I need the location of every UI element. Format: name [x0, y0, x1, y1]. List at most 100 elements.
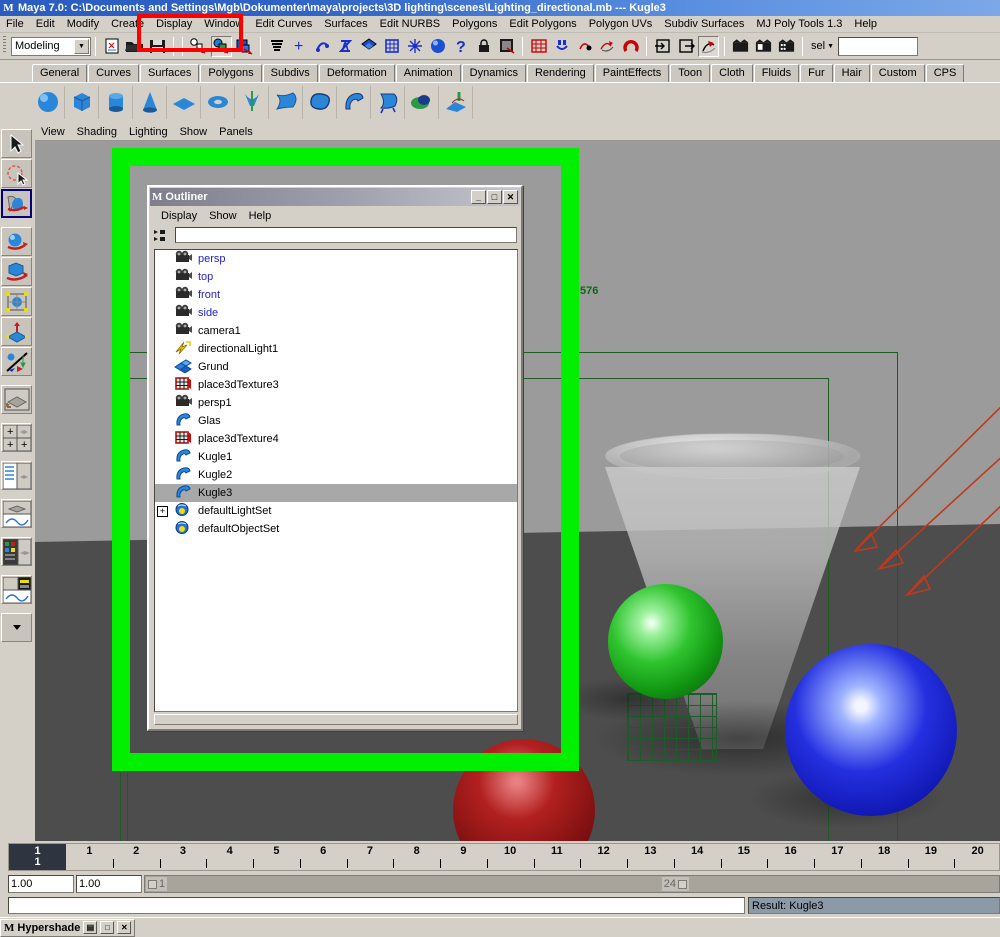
shelf-tab-dynamics[interactable]: Dynamics — [461, 64, 526, 82]
snap-to-grid-icon[interactable]: + — [289, 36, 310, 57]
shelf-tab-cloth[interactable]: Cloth — [711, 64, 753, 82]
layout-single-perspective-icon[interactable] — [1, 385, 32, 414]
outliner-window[interactable]: M Outliner _ □ ✕ Display Show Help persp to… — [147, 185, 523, 731]
range-slider-track[interactable]: 1 24 — [144, 875, 1000, 893]
playblast-icon[interactable] — [753, 36, 774, 57]
shelf-tab-cps[interactable]: CPS — [925, 64, 965, 82]
new-scene-icon[interactable] — [101, 36, 122, 57]
layout-persp-graph-icon[interactable] — [1, 499, 32, 528]
outliner-row-persp[interactable]: persp — [155, 250, 517, 268]
range-handle-right-grip[interactable] — [678, 879, 687, 889]
range-handle-right[interactable]: 24 — [661, 877, 689, 891]
mj-poly-tools-icon[interactable] — [698, 35, 719, 57]
shelf-tab-rendering[interactable]: Rendering — [526, 64, 594, 82]
shelf-tab-hair[interactable]: Hair — [833, 64, 870, 82]
hide-manipulator-icon[interactable] — [675, 36, 696, 57]
outliner-row-Grund[interactable]: Grund — [155, 358, 517, 376]
menu-item-help[interactable]: Help — [848, 17, 883, 31]
outliner-menu-show[interactable]: Show — [203, 209, 243, 223]
outliner-item-list[interactable]: persp top front side camera1 directionalLight… — [154, 249, 518, 712]
shelf-tab-toon[interactable]: Toon — [670, 64, 711, 82]
scale-tool-icon[interactable] — [1, 287, 32, 316]
outliner-row-Kugle1[interactable]: Kugle1 — [155, 448, 517, 466]
help-icon[interactable]: ? — [450, 36, 471, 57]
shelf-item-extrude[interactable] — [338, 85, 371, 119]
save-scene-icon[interactable] — [147, 36, 168, 57]
expand-plus-icon[interactable]: + — [157, 505, 168, 517]
shelf-item-loft[interactable] — [270, 85, 303, 119]
cancel-render-icon[interactable] — [597, 36, 618, 57]
menu-item-subdiv-surfaces[interactable]: Subdiv Surfaces — [658, 17, 750, 31]
shelf-tab-polygons[interactable]: Polygons — [200, 64, 262, 82]
shelf-item-revolve[interactable] — [236, 85, 269, 119]
select-tool-icon[interactable] — [1, 129, 32, 158]
soft-modification-tool-icon[interactable] — [1, 347, 32, 376]
menu-item-display[interactable]: Display — [150, 17, 198, 31]
maximize-icon[interactable]: □ — [487, 190, 502, 204]
render-globals-icon[interactable] — [427, 36, 448, 57]
selection-field-arrow[interactable]: ▼ — [827, 43, 834, 50]
menu-item-window[interactable]: Window — [198, 17, 249, 31]
outliner-row-Kugle3[interactable]: Kugle3 — [155, 484, 517, 502]
menu-item-polygons[interactable]: Polygons — [446, 17, 503, 31]
select-by-hierarchy-icon[interactable] — [188, 36, 209, 57]
shelf-item-planar[interactable] — [304, 85, 337, 119]
range-start-input[interactable]: 1.00 — [8, 875, 74, 893]
layout-outliner-persp-icon[interactable] — [1, 461, 32, 490]
animation-preferences-icon[interactable] — [730, 36, 751, 57]
panel-menu-view[interactable]: View — [35, 125, 71, 139]
range-end-input[interactable]: 1.00 — [76, 875, 142, 893]
construction-history-icon[interactable] — [404, 36, 425, 57]
current-frame-indicator[interactable]: 1 1 — [9, 844, 66, 870]
snap-to-view-plane-icon[interactable] — [358, 36, 379, 57]
panel-menu-panels[interactable]: Panels — [213, 125, 259, 139]
restore-icon[interactable]: ▤ — [83, 921, 98, 934]
lock-icon[interactable] — [473, 36, 494, 57]
universal-manipulator-icon[interactable] — [1, 317, 32, 346]
layout-persp-render-graph-icon[interactable] — [1, 575, 32, 604]
shelf-tab-fluids[interactable]: Fluids — [753, 64, 800, 82]
shelf-item-nurbs-plane[interactable] — [168, 85, 201, 119]
chevron-down-icon[interactable]: ▼ — [74, 38, 89, 54]
time-slider[interactable]: 1 1 1 2 3 4 5 6 7 8 9 10 11 12 13 14 15 16 17 18 19 20 — [8, 843, 1000, 871]
outliner-row-directionalLight1[interactable]: directionalLight1 — [155, 340, 517, 358]
menu-item-create[interactable]: Create — [105, 17, 150, 31]
menu-item-modify[interactable]: Modify — [61, 17, 105, 31]
range-handle-left-grip[interactable] — [148, 879, 157, 889]
rotate-tool-icon[interactable] — [1, 257, 32, 286]
shelf-item-nurbs-cylinder[interactable] — [100, 85, 133, 119]
close-icon[interactable]: ✕ — [117, 921, 132, 934]
layout-hypershade-persp-icon[interactable] — [1, 537, 32, 566]
outliner-row-front[interactable]: front — [155, 286, 517, 304]
menu-item-mj-poly-tools-1-3[interactable]: MJ Poly Tools 1.3 — [750, 17, 848, 31]
taskbar-item-hypershade[interactable]: M Hypershade ▤ □ ✕ — [0, 918, 136, 937]
shelf-item-nurbs-cube[interactable] — [66, 85, 99, 119]
outliner-row-Glas[interactable]: Glas — [155, 412, 517, 430]
shelf-tab-subdivs[interactable]: Subdivs — [262, 64, 318, 82]
shelf-item-nurbs-cone[interactable] — [134, 85, 167, 119]
menu-item-edit-polygons[interactable]: Edit Polygons — [503, 17, 582, 31]
expand-collapse-all-icon[interactable] — [153, 227, 171, 243]
shelf-item-sculpt-surface[interactable] — [440, 85, 473, 119]
snap-to-point-icon[interactable]: ∧ — [335, 36, 356, 57]
fcheck-icon[interactable] — [776, 36, 797, 57]
shelf-tab-fur[interactable]: Fur — [800, 64, 833, 82]
outliner-row-place3dTexture3[interactable]: place3dTexture3 — [155, 376, 517, 394]
outliner-row-defaultLightSet[interactable]: + defaultLightSet — [155, 502, 517, 520]
toolbox-more-layouts-icon[interactable] — [1, 613, 32, 642]
outliner-search-input[interactable] — [175, 227, 517, 243]
command-result-field[interactable]: Result: Kugle3 — [748, 897, 1000, 914]
time-slider-ticks[interactable]: 1 2 3 4 5 6 7 8 9 10 11 12 13 14 15 16 17 18 19 20 — [66, 844, 999, 870]
menu-set-selector[interactable]: Modeling ▼ — [11, 36, 91, 56]
command-input[interactable] — [8, 897, 745, 914]
component-mask-icon[interactable] — [266, 36, 287, 57]
lasso-tool-icon[interactable] — [1, 159, 32, 188]
select-by-component-type-icon[interactable] — [234, 36, 255, 57]
panel-menu-show[interactable]: Show — [174, 125, 214, 139]
time-slider-grip[interactable] — [8, 841, 9, 842]
panel-menu-lighting[interactable]: Lighting — [123, 125, 174, 139]
shelf-item-boundary[interactable] — [406, 85, 439, 119]
minimize-icon[interactable]: _ — [471, 190, 486, 204]
outliner-row-side[interactable]: side — [155, 304, 517, 322]
shelf-tab-curves[interactable]: Curves — [88, 64, 139, 82]
